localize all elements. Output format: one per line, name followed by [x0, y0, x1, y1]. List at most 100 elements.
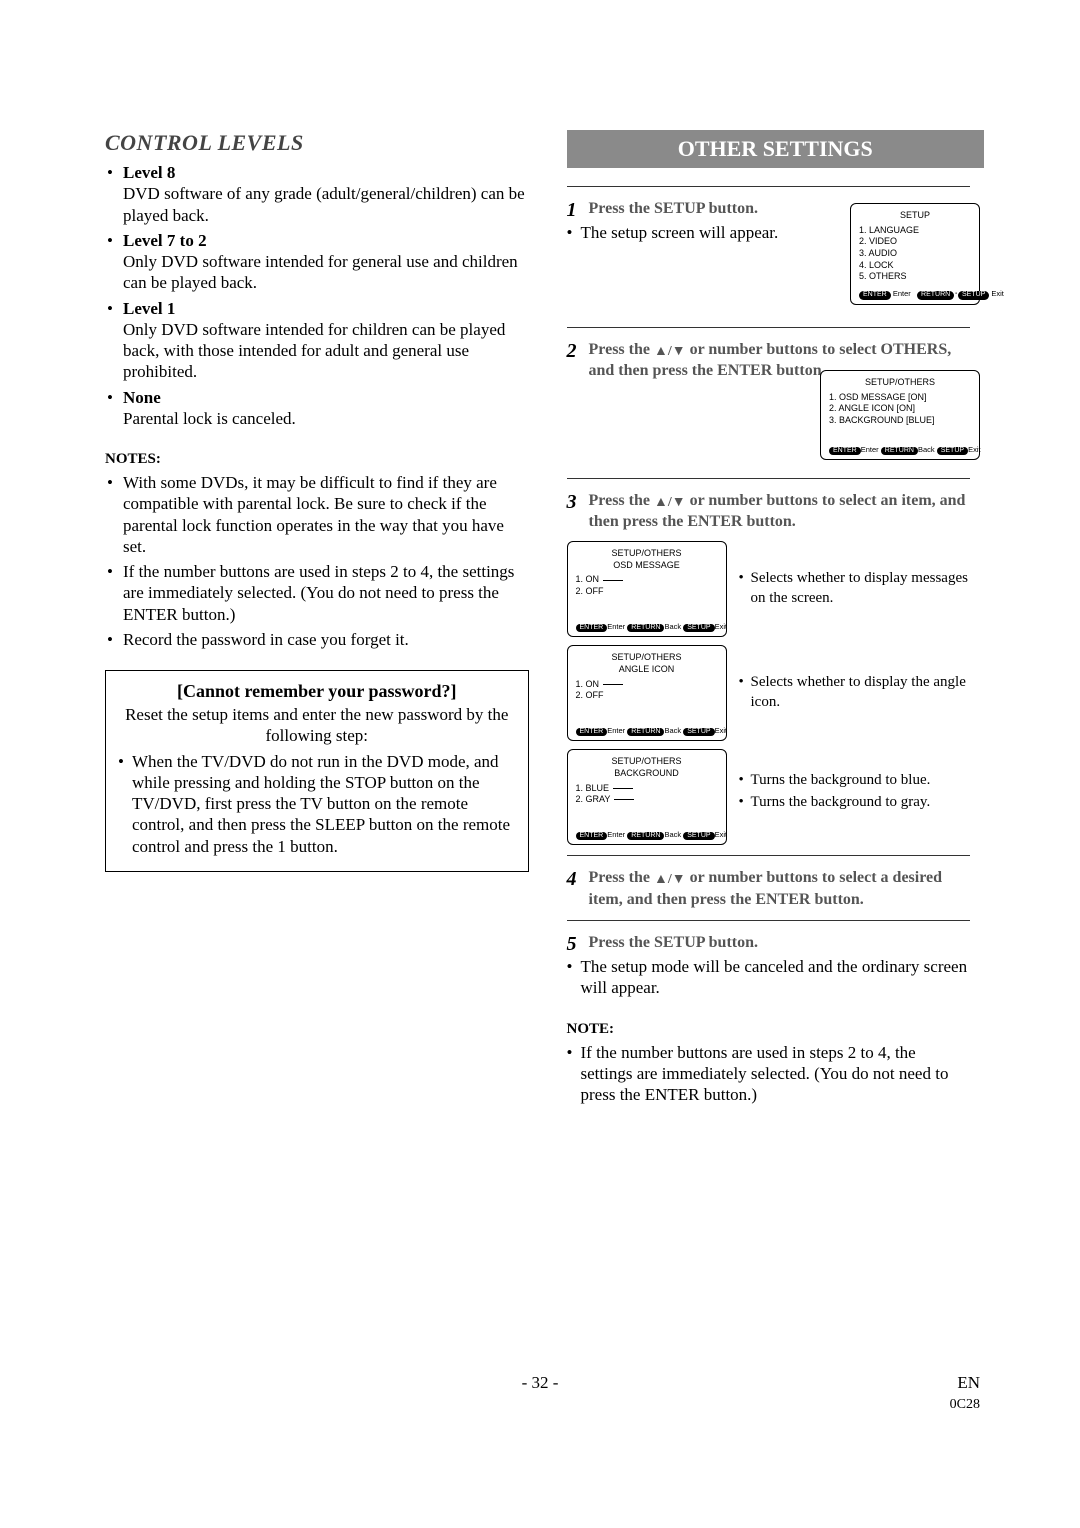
pill-enter: ENTER	[576, 832, 608, 840]
up-down-arrow-icon: ▲/▼	[654, 495, 686, 510]
osd-item: 3. BACKGROUND [BLUE]	[829, 415, 971, 427]
up-down-arrow-icon: ▲/▼	[654, 872, 686, 887]
pill-setup: SETUP	[958, 291, 989, 299]
separator	[567, 920, 971, 921]
osd-item: 1. ON	[576, 679, 718, 691]
pill-enter: ENTER	[829, 447, 861, 455]
osd-item: 2. ANGLE ICON [ON]	[829, 403, 971, 415]
step-text: Press the	[589, 492, 654, 509]
osd-item: 4. LOCK	[859, 260, 971, 272]
levels-list: Level 8 DVD software of any grade (adult…	[105, 162, 529, 429]
level-item: Level 1 Only DVD software intended for c…	[105, 298, 529, 383]
pill-return: RETURN	[917, 291, 954, 299]
step-5-body: The setup mode will be canceled and the …	[567, 956, 971, 999]
osd-item: 1. OSD MESSAGE [ON]	[829, 392, 971, 404]
separator	[567, 186, 971, 187]
page-lang: EN	[957, 1373, 980, 1393]
page-code: 0C28	[950, 1397, 980, 1413]
level-desc: Only DVD software intended for children …	[123, 319, 529, 383]
osd-subtitle: ANGLE ICON	[576, 664, 718, 676]
level-title: Level 7 to 2	[123, 231, 207, 250]
osd-subtitle: OSD MESSAGE	[576, 560, 718, 572]
pill-enter: ENTER	[859, 291, 891, 299]
osd-footer: ENTER Enter RETURN･SETUP Exit	[859, 289, 971, 299]
osd-foot-text: Back	[664, 830, 681, 839]
osd-footer: ENTEREnter RETURNBack SETUPExit	[576, 726, 718, 736]
pill-setup: SETUP	[937, 447, 968, 455]
step-head: Press the ▲/▼ or number buttons to selec…	[589, 492, 966, 530]
osd-item: 2. OFF	[576, 690, 718, 702]
level-title: Level 1	[123, 299, 175, 318]
osd-note: Turns the background to gray.	[739, 793, 971, 813]
step-head: Press the SETUP button.	[589, 934, 759, 951]
step-number: 1	[567, 197, 577, 223]
step-number: 5	[567, 931, 577, 957]
osd-foot-text: Back	[664, 726, 681, 735]
password-step: When the TV/DVD do not run in the DVD mo…	[118, 751, 516, 857]
note-item: Record the password in case you forget i…	[105, 629, 529, 650]
leader-line-icon	[613, 788, 633, 789]
pill-setup: SETUP	[683, 624, 714, 632]
level-item: Level 7 to 2 Only DVD software intended …	[105, 230, 529, 294]
pill-return: RETURN	[627, 832, 664, 840]
notes-heading: NOTES:	[105, 451, 529, 468]
level-desc: DVD software of any grade (adult/general…	[123, 183, 529, 226]
osd-item: 5. OTHERS	[859, 271, 971, 283]
level-desc: Parental lock is canceled.	[123, 408, 529, 429]
up-down-arrow-icon: ▲/▼	[654, 344, 686, 359]
osd-item: 1. ON	[576, 574, 718, 586]
osd-note: Selects whether to display the angle ico…	[739, 673, 971, 712]
osd-foot-text: Back	[664, 622, 681, 631]
other-settings-banner: OTHER SETTINGS	[567, 130, 985, 168]
pill-enter: ENTER	[576, 728, 608, 736]
osd-title: SETUP	[859, 210, 971, 222]
pill-enter: ENTER	[576, 624, 608, 632]
level-item: Level 8 DVD software of any grade (adult…	[105, 162, 529, 226]
note-heading: NOTE:	[567, 1021, 981, 1038]
password-title: [Cannot remember your password?]	[118, 681, 516, 702]
password-sub: Reset the setup items and enter the new …	[118, 704, 516, 747]
osd-foot-text: Enter	[893, 289, 911, 298]
pill-setup: SETUP	[683, 728, 714, 736]
osd-foot-text: Enter	[607, 830, 625, 839]
leader-line-icon	[614, 799, 634, 800]
osd-footer: ENTEREnter RETURNBack SETUPExit	[829, 445, 971, 455]
step-text: Press the	[589, 869, 654, 886]
control-levels-heading: CONTROL LEVELS	[105, 130, 529, 156]
osd-item: 1. LANGUAGE	[859, 225, 971, 237]
osd-note: Selects whether to display messages on t…	[739, 569, 971, 608]
osd-title: SETUP/OTHERS	[576, 548, 718, 560]
pill-setup: SETUP	[683, 832, 714, 840]
step-text: Press the	[589, 341, 654, 358]
leader-line-icon	[603, 684, 623, 685]
page-number: - 32 -	[522, 1373, 559, 1393]
step-number: 3	[567, 489, 577, 515]
level-desc: Only DVD software intended for general u…	[123, 251, 529, 294]
password-box: [Cannot remember your password?] Reset t…	[105, 670, 529, 872]
osd-item: 1. BLUE	[576, 783, 718, 795]
note-body: If the number buttons are used in steps …	[567, 1042, 971, 1106]
osd-title: SETUP/OTHERS	[829, 377, 971, 389]
separator	[567, 855, 971, 856]
note-item: With some DVDs, it may be difficult to f…	[105, 472, 529, 557]
osd-background: SETUP/OTHERS BACKGROUND 1. BLUE 2. GRAY …	[567, 749, 727, 845]
notes-list: With some DVDs, it may be difficult to f…	[105, 472, 529, 650]
level-title: Level 8	[123, 163, 175, 182]
note-item: If the number buttons are used in steps …	[105, 561, 529, 625]
osd-title: SETUP/OTHERS	[576, 652, 718, 664]
osd-foot-text: Exit	[991, 289, 1004, 298]
osd-foot-text: Enter	[607, 726, 625, 735]
level-title: None	[123, 388, 161, 407]
level-item: None Parental lock is canceled.	[105, 387, 529, 430]
step-head: Press the SETUP button.	[589, 200, 759, 217]
pill-return: RETURN	[881, 447, 918, 455]
step-3: 3 Press the ▲/▼ or number buttons to sel…	[567, 491, 971, 533]
osd-foot-text: Exit	[715, 830, 728, 839]
osd-item: 2. GRAY	[576, 794, 718, 806]
osd-angle-icon: SETUP/OTHERS ANGLE ICON 1. ON 2. OFF ENT…	[567, 645, 727, 741]
osd-foot-text: Enter	[861, 445, 879, 454]
osd-item: 2. VIDEO	[859, 236, 971, 248]
osd-subtitle: BACKGROUND	[576, 768, 718, 780]
osd-title: SETUP/OTHERS	[576, 756, 718, 768]
osd-item: 3. AUDIO	[859, 248, 971, 260]
